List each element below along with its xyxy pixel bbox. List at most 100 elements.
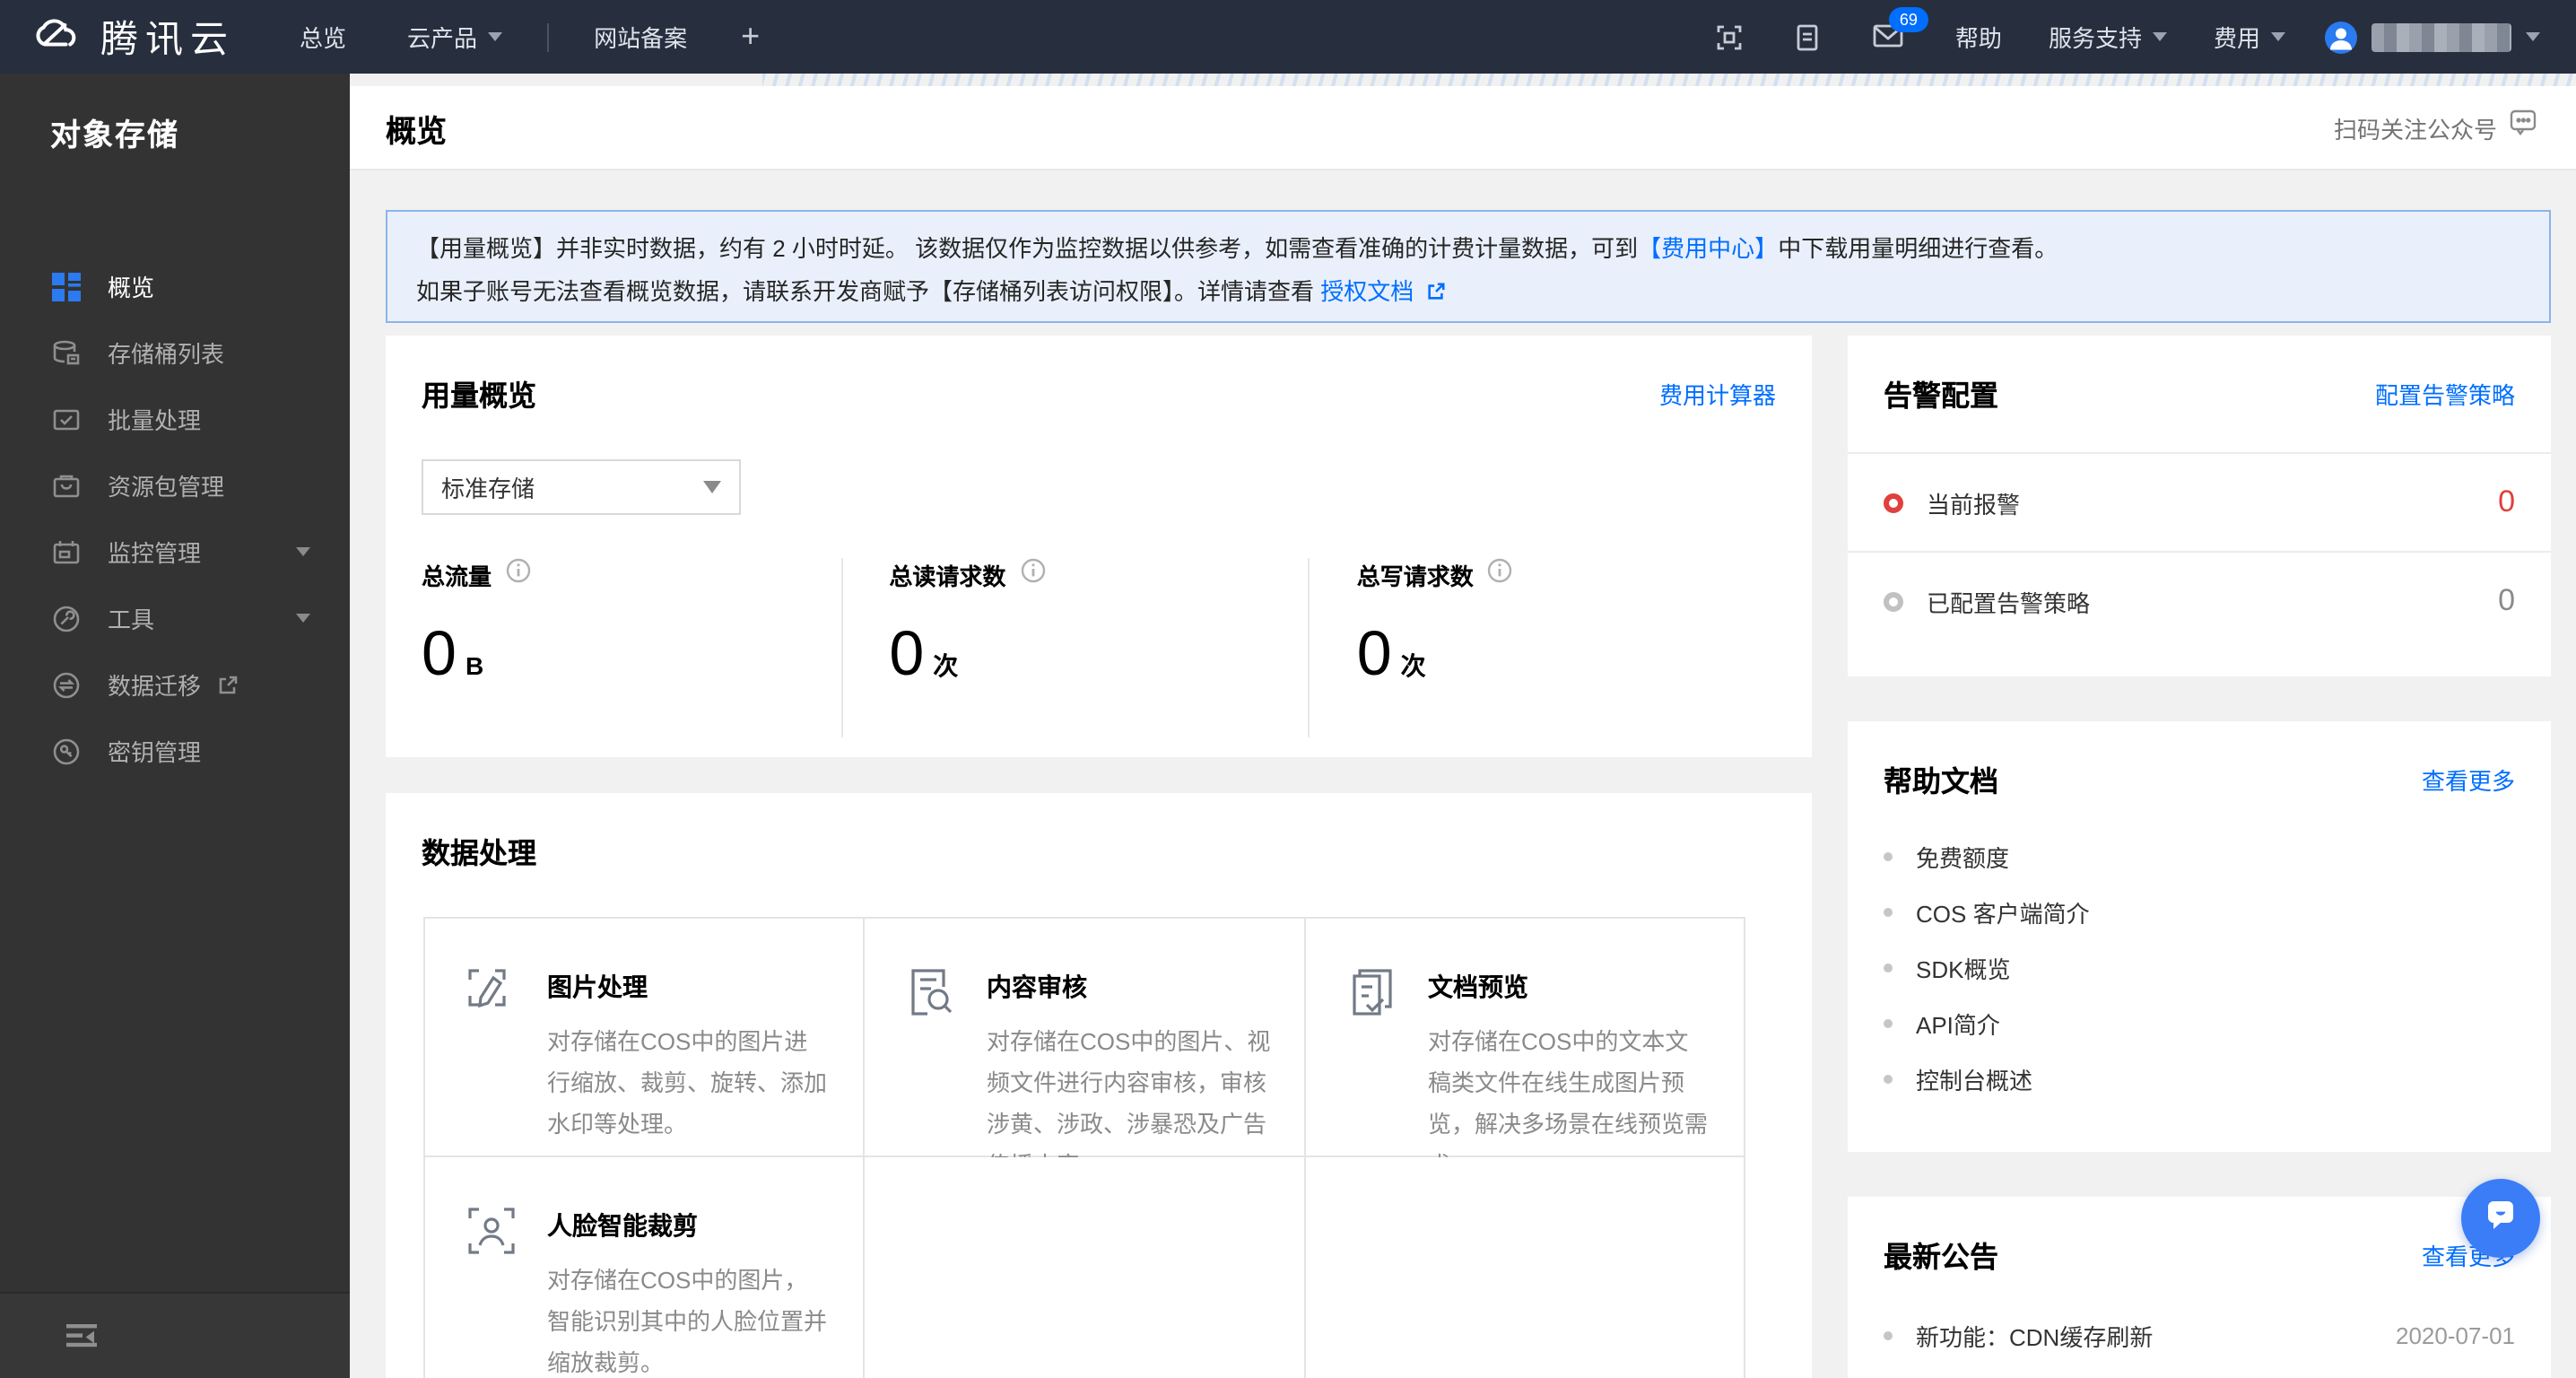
nav-item-billing[interactable]: 费用 xyxy=(2214,20,2285,54)
help-link-console-overview[interactable]: 控制台概述 xyxy=(1848,1051,2551,1107)
cost-calculator-link[interactable]: 费用计算器 xyxy=(1659,376,1776,410)
help-link-free-quota[interactable]: 免费额度 xyxy=(1848,829,2551,885)
nav-divider xyxy=(547,22,550,51)
alarm-status-icon xyxy=(1884,493,1903,512)
package-icon xyxy=(52,471,81,500)
mail-icon[interactable]: 69 xyxy=(1873,6,1928,51)
chevron-down-icon xyxy=(2526,32,2540,41)
alarm-card-title: 告警配置 xyxy=(1884,382,1999,413)
brand-text: 腾讯云 xyxy=(100,19,235,60)
bullet-dot xyxy=(1884,1019,1893,1028)
collapse-sidebar-button[interactable] xyxy=(65,1322,99,1349)
announcements-card: 最新公告 查看更多 新功能：CDN缓存刷新 2020-07-01 资源包：新增C… xyxy=(1848,1197,2551,1378)
configured-policies-count: 0 xyxy=(2498,583,2515,617)
chevron-down-icon xyxy=(296,547,310,556)
nav-item-help[interactable]: 帮助 xyxy=(1955,20,2002,54)
sidebar: 对象存储 概览 存储桶列表 批量处理 资源包管理 监控管理 工具 数据迁移 密钥… xyxy=(0,74,350,1378)
nav-item-overview[interactable]: 总览 xyxy=(300,20,346,54)
bullet-dot xyxy=(1884,1331,1893,1340)
notice-line-1: 【用量概览】并非实时数据，约有 2 小时时延。 该数据仅作为监控数据以供参考，如… xyxy=(416,235,2058,262)
nav-add-button[interactable]: + xyxy=(741,18,760,56)
announcement-date: 2020-07-01 xyxy=(2396,1322,2515,1349)
chevron-down-icon xyxy=(296,614,310,623)
data-processing-card: 数据处理 图片处理 对存储在COS中的图片进行缩放、裁剪、旋转、添加水印等处理。 xyxy=(386,793,1812,1378)
tencent-cloud-console: 腾讯云 总览 云产品 网站备案 + 69 帮助 服务支持 费用 对象存储 概览 … xyxy=(0,0,2576,1378)
processing-grid-empty-cell xyxy=(1306,1157,1745,1378)
tools-icon xyxy=(52,604,81,632)
configured-policies-row[interactable]: 已配置告警策略 0 xyxy=(1848,551,2551,650)
feature-image-processing[interactable]: 图片处理 对存储在COS中的图片进行缩放、裁剪、旋转、添加水印等处理。 xyxy=(425,919,865,1157)
feature-content-audit[interactable]: 内容审核 对存储在COS中的图片、视频文件进行内容审核，审核涉黄、涉政、涉暴恐及… xyxy=(865,919,1306,1179)
sidebar-item-overview[interactable]: 概览 xyxy=(0,253,350,319)
tencent-cloud-logo[interactable]: 腾讯云 xyxy=(30,10,235,64)
nav-right-group: 69 帮助 服务支持 费用 xyxy=(1715,6,2576,54)
feature-doc-preview[interactable]: 文档预览 对存储在COS中的文本文稿类文件在线生成图片预览，解决多场景在线预览需… xyxy=(1306,919,1745,1179)
batch-check-icon xyxy=(52,405,81,433)
usage-notice-banner: 【用量概览】并非实时数据，约有 2 小时时延。 该数据仅作为监控数据以供参考，如… xyxy=(386,210,2551,323)
notice-line-2: 如果子账号无法查看概览数据，请联系开发商赋予【存储桶列表访问权限】。详情请查看 … xyxy=(416,271,2520,316)
follow-official-account[interactable]: 扫码关注公众号 xyxy=(2334,109,2540,145)
sidebar-item-batch-processing[interactable]: 批量处理 xyxy=(0,386,350,452)
qr-chat-bubble-icon xyxy=(2510,109,2540,145)
help-card-title: 帮助文档 xyxy=(1884,768,1999,798)
external-link-icon xyxy=(1426,273,1446,316)
sidebar-item-tools[interactable]: 工具 xyxy=(0,585,350,651)
help-docs-card: 帮助文档 查看更多 免费额度 COS 客户端简介 SDK概览 API简介 控制台… xyxy=(1848,721,2551,1152)
bullet-dot xyxy=(1884,908,1893,917)
sidebar-item-key-management[interactable]: 密钥管理 xyxy=(0,718,350,784)
content-audit-icon xyxy=(904,965,958,1019)
current-alarms-row[interactable]: 当前报警 0 xyxy=(1848,452,2551,551)
announcement-item[interactable]: 资源包：新增CDN回源流量包 2020-04-30 xyxy=(1848,1365,2551,1378)
sidebar-item-resource-packages[interactable]: 资源包管理 xyxy=(0,452,350,519)
sidebar-item-data-migration[interactable]: 数据迁移 xyxy=(0,651,350,718)
stat-total-traffic: 总流量 0B xyxy=(422,558,840,737)
nav-item-cloud-products[interactable]: 云产品 xyxy=(407,20,503,54)
help-more-link[interactable]: 查看更多 xyxy=(2422,762,2515,796)
sidebar-item-monitoring[interactable]: 监控管理 xyxy=(0,519,350,585)
usage-overview-card: 用量概览 费用计算器 标准存储 总流量 0B 总读请求数 0 次 总写请求数 0… xyxy=(386,336,1812,757)
message-count-badge: 69 xyxy=(1888,6,1928,31)
storage-class-select[interactable]: 标准存储 xyxy=(422,459,741,515)
billing-center-link[interactable]: 【费用中心】 xyxy=(1638,235,1778,262)
bucket-icon xyxy=(52,338,81,367)
nav-item-icp-filing[interactable]: 网站备案 xyxy=(594,20,687,54)
auth-doc-link[interactable]: 授权文档 xyxy=(1320,278,1414,305)
announcements-card-title: 最新公告 xyxy=(1884,1243,1999,1274)
help-link-cos-client[interactable]: COS 客户端简介 xyxy=(1848,885,2551,940)
nav-item-support[interactable]: 服务支持 xyxy=(2049,20,2167,54)
chevron-down-icon xyxy=(2152,32,2167,41)
stat-total-read-requests: 总读请求数 0次 xyxy=(840,558,1308,737)
policy-status-icon xyxy=(1884,591,1903,611)
help-link-sdk-overview[interactable]: SDK概览 xyxy=(1848,940,2551,996)
processing-grid-empty-cell xyxy=(865,1157,1306,1378)
monitor-calendar-icon xyxy=(52,537,81,566)
chat-bubble-icon xyxy=(2479,1192,2522,1244)
qr-code-icon[interactable] xyxy=(1715,22,1744,51)
document-icon[interactable] xyxy=(1794,22,1823,51)
sidebar-footer xyxy=(0,1292,350,1378)
customer-service-chat-button[interactable] xyxy=(2461,1179,2540,1258)
username-redacted[interactable] xyxy=(2371,22,2511,51)
chevron-down-icon xyxy=(2271,32,2285,41)
sidebar-item-bucket-list[interactable]: 存储桶列表 xyxy=(0,319,350,386)
info-icon[interactable] xyxy=(1020,558,1045,592)
alarm-config-card: 告警配置 配置告警策略 当前报警 0 已配置告警策略 0 xyxy=(1848,336,2551,676)
info-icon[interactable] xyxy=(1488,558,1513,592)
product-title: 对象存储 xyxy=(50,118,179,153)
main-area: 概览 扫码关注公众号 【用量概览】并非实时数据，约有 2 小时时延。 该数据仅作… xyxy=(350,74,2576,1378)
user-avatar[interactable] xyxy=(2325,21,2357,53)
processing-grid: 图片处理 对存储在COS中的图片进行缩放、裁剪、旋转、添加水印等处理。 内容审核… xyxy=(423,917,1745,1378)
feature-face-crop[interactable]: 人脸智能裁剪 对存储在COS中的图片，智能识别其中的人脸位置并缩放裁剪。 xyxy=(425,1157,865,1378)
info-icon[interactable] xyxy=(506,558,531,592)
top-navbar: 腾讯云 总览 云产品 网站备案 + 69 帮助 服务支持 费用 xyxy=(0,0,2576,74)
doc-preview-icon xyxy=(1345,965,1399,1019)
stat-total-write-requests: 总写请求数 0次 xyxy=(1308,558,1776,737)
configure-alarm-policy-link[interactable]: 配置告警策略 xyxy=(2375,376,2515,410)
image-processing-icon xyxy=(465,965,518,1019)
help-link-api-intro[interactable]: API简介 xyxy=(1848,996,2551,1051)
announcement-item[interactable]: 新功能：CDN缓存刷新 2020-07-01 xyxy=(1848,1306,2551,1365)
usage-card-title: 用量概览 xyxy=(422,382,537,413)
select-caret-icon xyxy=(703,481,721,493)
bullet-dot xyxy=(1884,964,1893,972)
page-header: 概览 扫码关注公众号 xyxy=(350,86,2576,170)
